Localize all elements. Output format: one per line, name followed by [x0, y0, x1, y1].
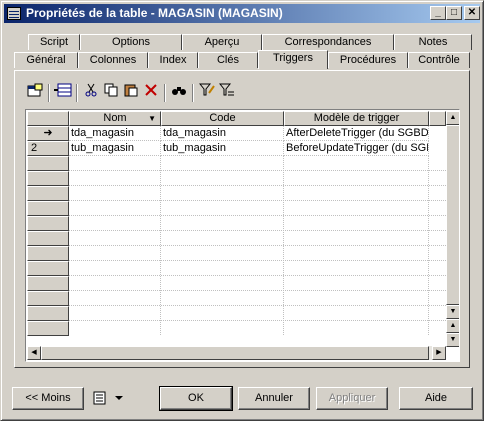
list-menu-button[interactable]: [88, 387, 130, 410]
row-header[interactable]: [27, 291, 69, 306]
vertical-scrollbar[interactable]: ▲ ▼ ▲ ▼: [446, 111, 459, 347]
filter-clear-icon[interactable]: [217, 83, 237, 103]
properties-icon[interactable]: [25, 83, 45, 103]
horizontal-scrollbar[interactable]: ◀ ▶: [27, 346, 446, 360]
title-bar: Propriétés de la table - MAGASIN (MAGASI…: [4, 4, 480, 23]
row-header[interactable]: [27, 216, 69, 231]
delete-icon[interactable]: [141, 83, 161, 103]
properties-dialog: Propriétés de la table - MAGASIN (MAGASI…: [0, 0, 484, 421]
window-title: Propriétés de la table - MAGASIN (MAGASI…: [26, 6, 283, 20]
find-icon[interactable]: [169, 83, 189, 103]
cancel-button[interactable]: Annuler: [238, 387, 310, 410]
cell-modele[interactable]: AfterDeleteTrigger (du SGBD): [284, 126, 429, 141]
tab-options[interactable]: Options: [80, 34, 182, 50]
tab-procedures[interactable]: Procédures: [328, 52, 408, 68]
tab-general[interactable]: Général: [14, 52, 78, 68]
close-button[interactable]: ✕: [464, 6, 480, 20]
scroll-thumb[interactable]: [446, 125, 459, 305]
triggers-panel: Nom ▼ Code Modèle de trigger ➜ 2 tda_mag…: [14, 70, 470, 368]
tab-colonnes[interactable]: Colonnes: [78, 52, 148, 68]
empty-grid-lines: [69, 156, 446, 336]
row-header[interactable]: [27, 171, 69, 186]
paste-icon[interactable]: [121, 83, 141, 103]
cell-nom[interactable]: tda_magasin: [69, 126, 161, 141]
tab-cles[interactable]: Clés: [198, 52, 258, 68]
scroll-down-icon[interactable]: ▼: [446, 305, 459, 319]
scroll-down-icon[interactable]: ▼: [446, 333, 459, 347]
tab-index[interactable]: Index: [148, 52, 198, 68]
copy-icon[interactable]: [101, 83, 121, 103]
scroll-up-icon[interactable]: ▲: [446, 319, 459, 333]
column-header-modele[interactable]: Modèle de trigger: [284, 111, 429, 126]
help-button[interactable]: Aide: [399, 387, 473, 410]
cell-code[interactable]: tda_magasin: [161, 126, 284, 141]
column-header-nom-label: Nom: [103, 112, 127, 124]
row-header[interactable]: [27, 186, 69, 201]
tab-correspondances[interactable]: Correspondances: [262, 34, 394, 50]
tab-script[interactable]: Script: [28, 34, 80, 50]
triggers-grid: Nom ▼ Code Modèle de trigger ➜ 2 tda_mag…: [25, 109, 460, 362]
ok-button[interactable]: OK: [159, 386, 233, 411]
row-header[interactable]: [27, 156, 69, 171]
row-header[interactable]: 2: [27, 141, 69, 156]
scroll-right-icon[interactable]: ▶: [432, 346, 446, 360]
apply-button[interactable]: Appliquer: [316, 387, 388, 410]
maximize-button[interactable]: □: [446, 6, 462, 20]
cell-nom[interactable]: tub_magasin: [69, 141, 161, 156]
minimize-button[interactable]: _: [430, 6, 446, 20]
row-header[interactable]: [27, 306, 69, 321]
column-header-extra: [429, 111, 446, 126]
moins-button[interactable]: << Moins: [12, 387, 84, 410]
row-header[interactable]: [27, 276, 69, 291]
row-header[interactable]: [27, 246, 69, 261]
cell-code[interactable]: tub_magasin: [161, 141, 284, 156]
tab-controle[interactable]: Contrôle: [408, 52, 470, 68]
cell-modele[interactable]: BeforeUpdateTrigger (du SGBD): [284, 141, 429, 156]
row-header[interactable]: [27, 201, 69, 216]
scroll-up-icon[interactable]: ▲: [446, 111, 459, 125]
grid-corner: [27, 111, 69, 126]
scroll-thumb-horizontal[interactable]: [41, 346, 429, 360]
tab-notes[interactable]: Notes: [394, 34, 472, 50]
column-header-code[interactable]: Code: [161, 111, 284, 126]
tab-apercu[interactable]: Aperçu: [182, 34, 262, 50]
tab-triggers[interactable]: Triggers: [258, 50, 328, 69]
cut-icon[interactable]: [81, 83, 101, 103]
sort-down-icon: ▼: [148, 114, 156, 123]
row-header[interactable]: [27, 261, 69, 276]
scroll-left-icon[interactable]: ◀: [27, 346, 41, 360]
filter-icon[interactable]: [197, 83, 217, 103]
row-header[interactable]: [27, 231, 69, 246]
table-icon: [7, 7, 21, 20]
list-icon: [93, 391, 123, 405]
row-header-current[interactable]: ➜: [27, 126, 69, 141]
column-header-nom[interactable]: Nom ▼: [69, 111, 161, 126]
row-header[interactable]: [27, 321, 69, 336]
add-rows-icon[interactable]: [53, 83, 73, 103]
